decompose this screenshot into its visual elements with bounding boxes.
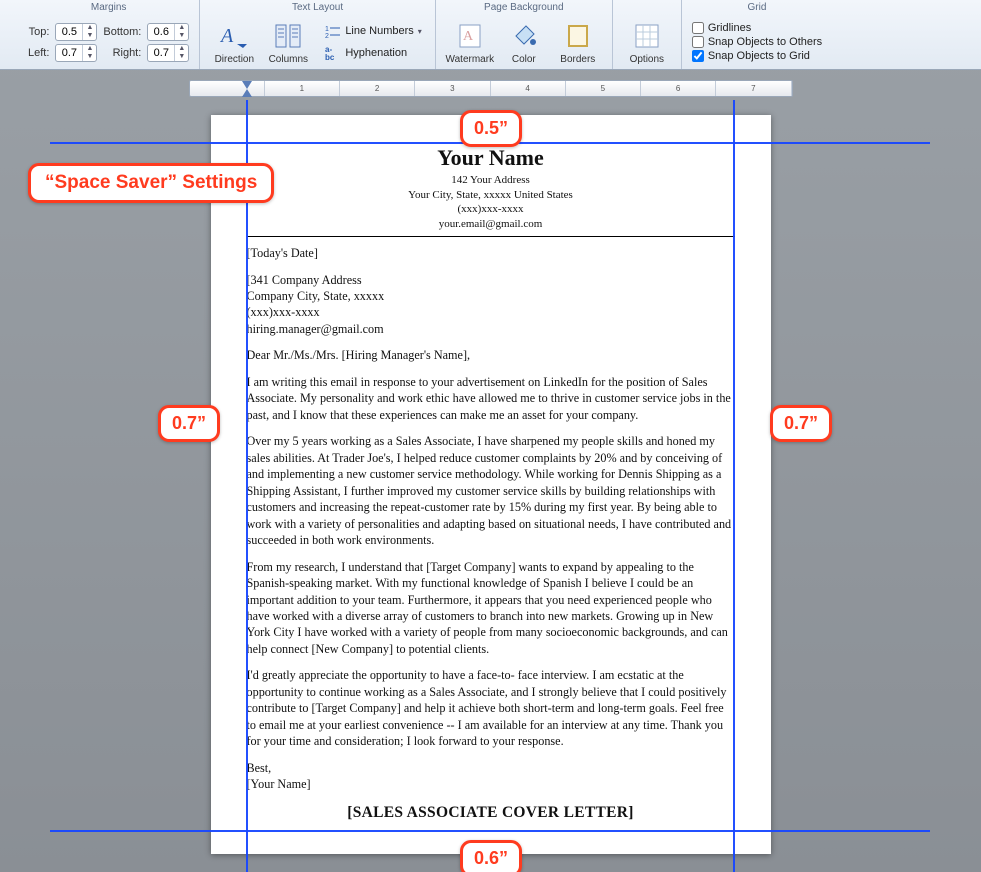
signoff: Best, <box>247 760 735 776</box>
group-margins: Margins Top: ▲▼ Bottom: ▲▼ Left: ▲▼ Rig <box>18 0 200 69</box>
header-name: Your Name <box>247 143 735 173</box>
group-grid: Grid Gridlines Snap Objects to Others Sn… <box>682 0 832 69</box>
body-p3: From my research, I understand that [Tar… <box>247 559 735 658</box>
group-options: Options <box>613 0 682 69</box>
callout-margin-left: 0.7” <box>158 405 220 442</box>
company-phone: (xxx)xxx-xxxx <box>247 304 735 320</box>
gridlines-input[interactable] <box>692 22 704 34</box>
callout-space-saver: “Space Saver” Settings <box>28 163 274 203</box>
company-addr2: Company City, State, xxxxx <box>247 288 735 304</box>
body-p1: I am writing this email in response to y… <box>247 374 735 423</box>
line-numbers-icon: 12 <box>325 23 341 39</box>
header-addr1: 142 Your Address <box>247 173 735 188</box>
direction-icon: A <box>218 20 250 52</box>
group-page-background: Page Background A Watermark Color Border… <box>436 0 613 69</box>
margin-right-input[interactable]: ▲▼ <box>147 44 189 62</box>
group-text-layout-title: Text Layout <box>210 2 425 13</box>
margin-bottom-input[interactable]: ▲▼ <box>147 23 189 41</box>
watermark-button[interactable]: A Watermark <box>446 18 494 67</box>
header-email: your.email@gmail.com <box>247 217 735 232</box>
label-bottom: Bottom: <box>103 26 141 38</box>
label-left: Left: <box>28 47 49 59</box>
body-p2: Over my 5 years working as a Sales Assoc… <box>247 433 735 548</box>
header-phone: (xxx)xxx-xxxx <box>247 202 735 217</box>
group-page-background-title: Page Background <box>446 2 602 13</box>
margins-grid: Top: ▲▼ Bottom: ▲▼ Left: ▲▼ Right: <box>28 23 189 62</box>
snap-others-input[interactable] <box>692 36 704 48</box>
svg-text:A: A <box>463 29 474 44</box>
callout-margin-top: 0.5” <box>460 110 522 147</box>
snap-others-checkbox[interactable]: Snap Objects to Others <box>692 36 822 48</box>
date-line: [Today's Date] <box>247 245 735 261</box>
options-button[interactable]: Options <box>623 18 671 67</box>
header-addr2: Your City, State, xxxxx United States <box>247 188 735 203</box>
svg-text:1: 1 <box>325 26 329 33</box>
margin-top-input[interactable]: ▲▼ <box>55 23 97 41</box>
ribbon: Margins Top: ▲▼ Bottom: ▲▼ Left: ▲▼ Rig <box>0 0 981 70</box>
stepper-arrows[interactable]: ▲▼ <box>82 24 96 40</box>
salutation: Dear Mr./Ms./Mrs. [Hiring Manager's Name… <box>247 347 735 363</box>
line-numbers-button[interactable]: 12 Line Numbers ▾ <box>322 22 425 40</box>
margin-guide-right <box>733 100 735 872</box>
paint-bucket-icon <box>508 20 540 52</box>
company-addr1: [341 Company Address <box>247 272 735 288</box>
borders-button[interactable]: Borders <box>554 18 602 67</box>
header-rule <box>247 236 735 237</box>
callout-margin-bottom: 0.6” <box>460 840 522 872</box>
grid-options-icon <box>631 20 663 52</box>
ruler-marks: 1 2 3 4 5 6 7 <box>190 81 792 96</box>
margin-guide-left <box>246 100 248 872</box>
columns-button[interactable]: Columns <box>264 18 312 67</box>
margin-guide-bottom <box>50 830 930 832</box>
signature: [Your Name] <box>247 776 735 792</box>
group-grid-title: Grid <box>692 2 822 13</box>
company-email: hiring.manager@gmail.com <box>247 321 735 337</box>
letter-header: Your Name 142 Your Address Your City, St… <box>247 143 735 232</box>
gridlines-checkbox[interactable]: Gridlines <box>692 22 822 34</box>
callout-margin-right: 0.7” <box>770 405 832 442</box>
snap-grid-input[interactable] <box>692 50 704 62</box>
snap-grid-checkbox[interactable]: Snap Objects to Grid <box>692 50 822 62</box>
hyphenation-button[interactable]: a-bc Hyphenation <box>322 44 425 62</box>
svg-text:bc: bc <box>325 53 335 61</box>
watermark-icon: A <box>454 20 486 52</box>
columns-icon <box>272 20 304 52</box>
page-color-button[interactable]: Color <box>500 18 548 67</box>
label-right: Right: <box>103 47 141 59</box>
direction-button[interactable]: A Direction <box>210 18 258 67</box>
body-p4: I'd greatly appreciate the opportunity t… <box>247 667 735 749</box>
horizontal-ruler[interactable]: 1 2 3 4 5 6 7 <box>189 80 793 97</box>
indent-marker-bottom-icon[interactable] <box>242 89 252 99</box>
group-text-layout: Text Layout A Direction Columns 12 <box>200 0 436 69</box>
borders-icon <box>562 20 594 52</box>
document-page[interactable]: Your Name 142 Your Address Your City, St… <box>211 115 771 854</box>
margin-left-input[interactable]: ▲▼ <box>55 44 97 62</box>
svg-text:2: 2 <box>325 33 329 39</box>
group-margins-title: Margins <box>28 2 189 13</box>
label-top: Top: <box>28 26 49 38</box>
chevron-down-icon: ▾ <box>418 27 422 36</box>
footer-title: [SALES ASSOCIATE COVER LETTER] <box>247 803 735 824</box>
svg-text:A: A <box>219 25 234 47</box>
workspace: 1 2 3 4 5 6 7 Your Name 142 Your Address… <box>0 70 981 872</box>
hyphenation-icon: a-bc <box>325 45 341 61</box>
